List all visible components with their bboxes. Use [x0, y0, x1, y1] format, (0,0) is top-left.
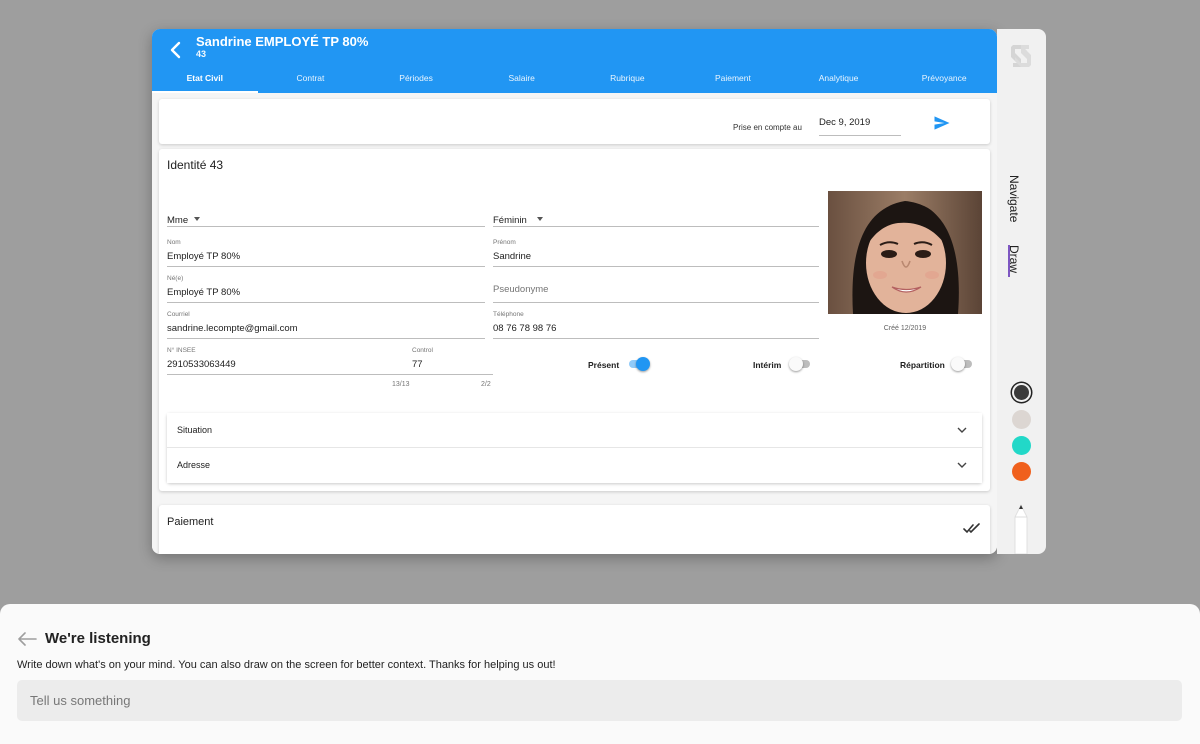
control-label: Control	[412, 347, 433, 354]
courriel-value: sandrine.lecompte@gmail.com	[167, 323, 298, 334]
tab-salaire[interactable]: Salaire	[469, 65, 575, 93]
app-header: Sandrine EMPLOYÉ TP 80% 43 Etat Civil Co…	[152, 29, 997, 93]
feedback-description: Write down what's on your mind. You can …	[17, 659, 556, 671]
color-swatch-light[interactable]	[1012, 410, 1031, 429]
employee-card: Sandrine EMPLOYÉ TP 80% 43 Etat Civil Co…	[152, 29, 997, 554]
chevron-down-icon	[957, 462, 967, 468]
payment-title: Paiement	[167, 516, 214, 528]
identity-panel: Identité 43 Mme Féminin Nom Employé TP 8…	[159, 149, 990, 491]
toolbar-tab-navigate[interactable]: Navigate	[1007, 175, 1021, 222]
nom-label: Nom	[167, 239, 181, 246]
gender-value: Féminin	[493, 215, 527, 226]
photo-caption: Créé 12/2019	[883, 325, 927, 332]
prenom-field[interactable]: Prénom Sandrine	[493, 239, 819, 267]
nee-label: Né(e)	[167, 275, 184, 282]
color-swatch-orange[interactable]	[1012, 462, 1031, 481]
control-value: 77	[412, 359, 423, 370]
section-adresse-label: Adresse	[177, 460, 211, 470]
back-arrow-icon[interactable]	[17, 631, 37, 647]
nee-value: Employé TP 80%	[167, 287, 241, 298]
tab-bar: Etat Civil Contrat Périodes Salaire Rubr…	[152, 65, 997, 93]
present-switch[interactable]	[628, 357, 650, 371]
courriel-field[interactable]: Courriel sandrine.lecompte@gmail.com	[167, 311, 485, 339]
interim-label: Intérim	[753, 360, 782, 370]
logo-icon	[1011, 45, 1031, 67]
prenom-label: Prénom	[493, 239, 516, 246]
prenom-value: Sandrine	[493, 251, 532, 262]
payment-panel: Paiement	[159, 505, 990, 554]
repartition-label: Répartition	[900, 360, 945, 370]
telephone-label: Téléphone	[493, 311, 524, 318]
tab-paiement[interactable]: Paiement	[680, 65, 786, 93]
nom-value: Employé TP 80%	[167, 251, 241, 262]
control-field[interactable]: Control 77	[412, 347, 493, 375]
employee-id: 43	[196, 49, 207, 59]
content-area: Prise en compte au Dec 9, 2019 Identité …	[152, 93, 997, 554]
insee-value: 2910533063449	[167, 359, 236, 370]
civility-value: Mme	[167, 215, 189, 226]
section-situation[interactable]: Situation	[167, 413, 982, 448]
nee-field[interactable]: Né(e) Employé TP 80%	[167, 275, 485, 303]
pseudonyme-field[interactable]: Pseudonyme	[493, 275, 819, 303]
identity-title: Identité 43	[167, 158, 224, 172]
gender-select[interactable]: Féminin	[493, 211, 819, 227]
telephone-value: 08 76 78 98 76	[493, 323, 557, 334]
tab-contrat[interactable]: Contrat	[258, 65, 364, 93]
interim-switch[interactable]	[789, 357, 811, 371]
insee-label: N° INSEE	[167, 347, 196, 354]
employee-title: Sandrine EMPLOYÉ TP 80%	[196, 34, 369, 49]
chevron-down-icon	[957, 427, 967, 433]
insee-field[interactable]: N° INSEE 2910533063449	[167, 347, 412, 375]
tab-rubrique[interactable]: Rubrique	[575, 65, 681, 93]
date-input[interactable]: Dec 9, 2019	[819, 115, 901, 136]
control-counter: 2/2	[481, 381, 491, 388]
double-check-icon[interactable]	[963, 523, 981, 535]
date-label: Prise en compte au	[733, 123, 802, 132]
chevron-down-icon	[194, 217, 200, 221]
insee-counter: 13/13	[392, 381, 410, 388]
toolbar-tab-draw[interactable]: Draw	[1007, 245, 1021, 273]
present-label: Présent	[588, 360, 620, 370]
repartition-switch[interactable]	[951, 357, 973, 371]
feedback-title: We're listening	[45, 630, 151, 647]
tab-periodes[interactable]: Périodes	[363, 65, 469, 93]
courriel-label: Courriel	[167, 311, 190, 318]
color-swatch-teal[interactable]	[1012, 436, 1031, 455]
section-adresse[interactable]: Adresse	[167, 448, 982, 483]
civility-select[interactable]: Mme	[167, 211, 485, 227]
send-icon[interactable]	[932, 113, 952, 133]
section-situation-label: Situation	[177, 425, 213, 435]
feedback-toolbar: Navigate Draw	[997, 29, 1046, 554]
employee-photo[interactable]	[828, 191, 982, 314]
color-swatch-dark[interactable]	[1014, 385, 1029, 400]
feedback-input[interactable]	[17, 680, 1182, 721]
tab-prevoyance[interactable]: Prévoyance	[891, 65, 997, 93]
telephone-field[interactable]: Téléphone 08 76 78 98 76	[493, 311, 819, 339]
chevron-down-icon	[537, 217, 543, 221]
pseudonyme-placeholder: Pseudonyme	[493, 284, 549, 295]
expansion-group: Situation Adresse	[167, 413, 982, 483]
date-panel: Prise en compte au Dec 9, 2019	[159, 99, 990, 144]
pen-icon[interactable]	[1011, 503, 1031, 554]
feedback-panel: We're listening Write down what's on you…	[0, 604, 1200, 744]
tab-analytique[interactable]: Analytique	[786, 65, 892, 93]
back-arrow-icon[interactable]	[164, 38, 188, 62]
tab-etat-civil[interactable]: Etat Civil	[152, 65, 258, 93]
nom-field[interactable]: Nom Employé TP 80%	[167, 239, 485, 267]
